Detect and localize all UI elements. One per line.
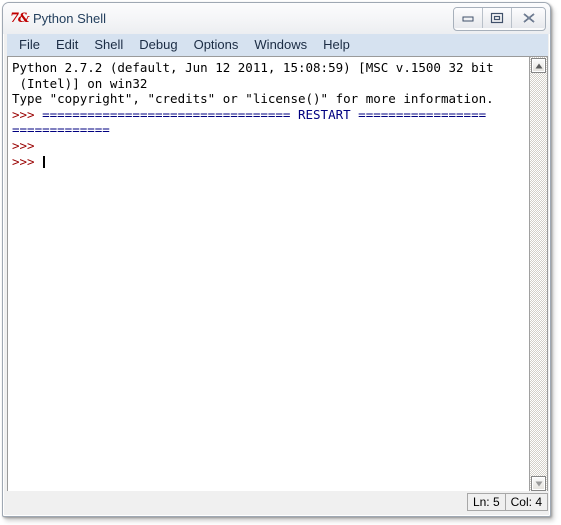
- console-line: >>>: [12, 138, 529, 154]
- menu-bar: File Edit Shell Debug Options Windows He…: [7, 34, 548, 56]
- maximize-button[interactable]: [483, 8, 512, 28]
- shell-output-area[interactable]: Python 2.7.2 (default, Jun 12 2011, 15:0…: [8, 57, 529, 492]
- console-prompt: >>>: [12, 106, 43, 122]
- scroll-up-arrow-icon: [535, 63, 542, 68]
- menu-item-shell[interactable]: Shell: [86, 35, 131, 55]
- minimize-icon: [462, 16, 474, 22]
- console-restart-banner: ================================= RESTAR…: [42, 106, 487, 122]
- window-controls: [453, 7, 546, 31]
- close-icon: [523, 13, 534, 23]
- scroll-down-arrow-icon: [535, 481, 542, 486]
- menu-item-help[interactable]: Help: [315, 35, 358, 55]
- title-bar[interactable]: 7& Python Shell: [3, 3, 550, 34]
- console-text: (Intel)] on win32: [12, 75, 148, 91]
- vertical-scrollbar[interactable]: [529, 57, 547, 492]
- console-line: =============: [12, 122, 529, 138]
- menu-item-windows[interactable]: Windows: [246, 35, 315, 55]
- console-line: Type "copyright", "credits" or "license(…: [12, 91, 529, 107]
- console-text: Python 2.7.2 (default, Jun 12 2011, 15:0…: [12, 60, 494, 75]
- status-column-indicator: Col: 4: [504, 493, 548, 511]
- menu-item-options[interactable]: Options: [186, 35, 247, 55]
- text-cursor: [43, 155, 46, 168]
- console-line: Python 2.7.2 (default, Jun 12 2011, 15:0…: [12, 60, 529, 76]
- shell-text-frame: Python 2.7.2 (default, Jun 12 2011, 15:0…: [7, 56, 548, 493]
- status-line-indicator: Ln: 5: [466, 493, 506, 511]
- console-line: >>>: [12, 154, 529, 170]
- menu-item-edit[interactable]: Edit: [48, 35, 86, 55]
- maximize-icon: [490, 12, 504, 24]
- console-prompt: >>>: [12, 137, 43, 153]
- idle-python-shell-window: 7& Python Shell File Edit Shell Debug Op…: [2, 2, 551, 517]
- scroll-down-button[interactable]: [531, 476, 546, 491]
- console-restart-banner: =============: [12, 122, 110, 138]
- python-idle-icon: 7&: [10, 11, 30, 26]
- console-text: Type "copyright", "credits" or "license(…: [12, 91, 494, 107]
- menu-item-debug[interactable]: Debug: [131, 35, 185, 55]
- minimize-button[interactable]: [454, 8, 483, 28]
- status-bar: Ln: 5 Col: 4: [7, 491, 548, 513]
- window-title: Python Shell: [33, 11, 106, 26]
- menu-item-file[interactable]: File: [11, 35, 48, 55]
- console-line: (Intel)] on win32: [12, 76, 529, 92]
- console-line: >>> ================================= RE…: [12, 107, 529, 123]
- console-prompt: >>>: [12, 153, 43, 169]
- scroll-up-button[interactable]: [531, 58, 546, 73]
- close-button[interactable]: [512, 8, 545, 28]
